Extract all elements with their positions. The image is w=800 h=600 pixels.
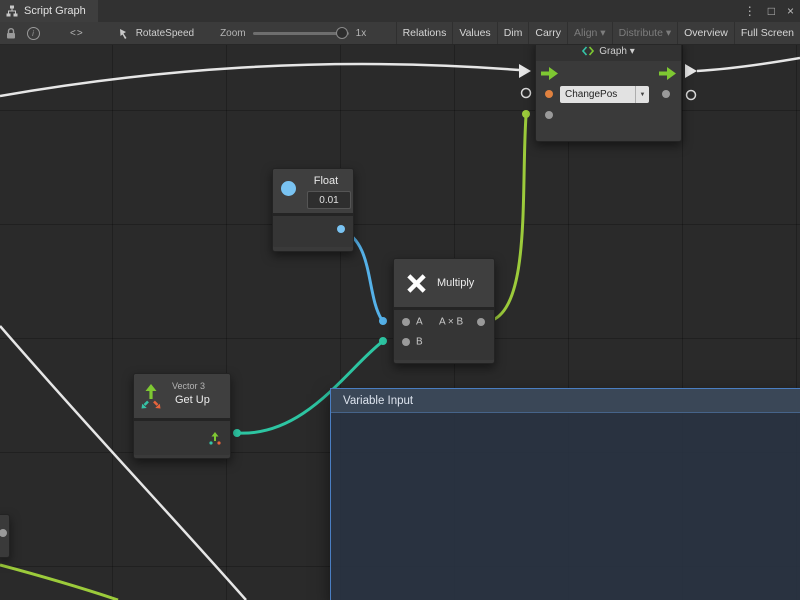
toolbar-button-align[interactable]: Align ▾ (567, 22, 612, 44)
variable-port[interactable] (545, 90, 553, 98)
wire-start-dot (233, 429, 241, 437)
float-node-ports (273, 216, 353, 247)
vector-node-ports (134, 421, 230, 455)
vector-node-title: Get Up (175, 394, 210, 406)
float-output-port[interactable] (337, 225, 345, 233)
unconnected-port-ring[interactable] (522, 89, 531, 98)
script-graph-window: Graph ▾ ChangePos Float 0.01 (0, 0, 800, 600)
maximize-icon[interactable]: □ (768, 0, 775, 22)
variable-input-header[interactable]: Variable Input (331, 389, 800, 413)
zoom-label: Zoom (220, 28, 246, 39)
tab-script-graph[interactable]: Script Graph (0, 0, 98, 22)
toolbar-button-relations[interactable]: Relations (396, 22, 453, 44)
toolbar-button-values[interactable]: Values (452, 22, 496, 44)
node-vector3-get-up[interactable]: Vector 3 Get Up (133, 373, 231, 459)
node-event-graph[interactable]: Graph ▾ ChangePos (535, 40, 682, 142)
flow-in-arrowhead-icon (519, 64, 531, 78)
variable-dropdown[interactable]: ChangePos (560, 86, 649, 103)
window-menu-icon[interactable]: ⋮ (744, 0, 756, 22)
graph-toolbar: <> RotateSpeed Zoom 1x Relations Values … (0, 22, 800, 45)
multiply-input-b-label: B (416, 337, 423, 348)
wire-green-bottom[interactable] (0, 565, 118, 600)
multiply-node-title: Multiply (437, 277, 474, 289)
variable-dropdown-value: ChangePos (560, 89, 635, 100)
lock-icon[interactable] (0, 22, 22, 44)
dropdown-arrow-icon (635, 86, 649, 103)
zoom-slider-handle[interactable] (336, 27, 348, 39)
multiply-node-header: Multiply (394, 259, 494, 307)
tab-title: Script Graph (24, 5, 86, 17)
multiply-output-port[interactable] (477, 318, 485, 326)
zoom-value: 1x (356, 28, 367, 39)
toolbar-button-overview[interactable]: Overview (677, 22, 734, 44)
wire-end-dot (522, 110, 530, 118)
unconnected-port-ring[interactable] (687, 91, 696, 100)
visual-script-icon (582, 46, 594, 56)
wire-multiply-to-event[interactable] (490, 116, 526, 321)
zoom-control: Zoom 1x (220, 28, 366, 39)
window-titlebar: Script Graph ⋮ □ × (0, 0, 800, 23)
graph-breadcrumb[interactable]: RotateSpeed (118, 27, 194, 40)
event-node-title: Graph ▾ (599, 46, 635, 57)
toolbar-buttons: Relations Values Dim Carry Align ▾ Distr… (396, 22, 800, 44)
wire-end-dot (379, 317, 387, 325)
multiply-icon (404, 271, 429, 296)
variable-input-title: Variable Input (343, 395, 413, 407)
node-multiply[interactable]: Multiply A A × B B (393, 258, 495, 364)
multiply-input-a-label: A (416, 317, 423, 328)
port[interactable] (0, 529, 7, 537)
variable-input-body[interactable] (331, 413, 800, 600)
multiply-node-ports: A A × B B (394, 310, 494, 360)
flow-output-port-icon[interactable] (659, 67, 676, 80)
vector-type-label: Vector 3 (172, 381, 205, 391)
variable-input-panel[interactable]: Variable Input (330, 388, 800, 600)
float-type-icon (281, 181, 296, 196)
multiply-output-label: A × B (439, 317, 463, 328)
graph-name-label: RotateSpeed (136, 28, 194, 39)
float-node-title: Float (303, 175, 349, 187)
wire-white-diagonal[interactable] (0, 326, 246, 600)
wire-flow-out[interactable] (697, 58, 800, 71)
multiply-input-a-port[interactable] (402, 318, 410, 326)
flow-input-port-icon[interactable] (541, 67, 558, 80)
toolbar-button-dim[interactable]: Dim (497, 22, 529, 44)
graph-pointer-icon (118, 27, 131, 40)
zoom-slider[interactable] (253, 32, 349, 35)
vector3-icon (140, 383, 162, 409)
window-controls: ⋮ □ × (744, 0, 800, 22)
close-icon[interactable]: × (787, 0, 794, 22)
node-float[interactable]: Float 0.01 (272, 168, 354, 252)
script-graph-icon (6, 5, 18, 17)
toolbar-button-full-screen[interactable]: Full Screen (734, 22, 800, 44)
wire-end-dot (379, 337, 387, 345)
vector-node-header: Vector 3 Get Up (134, 374, 230, 418)
vector3-output-port-icon[interactable] (208, 431, 222, 445)
wire-flow-in[interactable] (0, 64, 519, 96)
code-preview-toggle[interactable]: <> (62, 28, 92, 39)
toolbar-button-distribute[interactable]: Distribute ▾ (612, 22, 678, 44)
multiply-input-b-port[interactable] (402, 338, 410, 346)
flow-out-arrowhead-icon (685, 64, 697, 78)
float-value-field[interactable]: 0.01 (307, 191, 351, 209)
value-input-port[interactable] (545, 111, 553, 119)
info-icon[interactable] (22, 22, 44, 44)
node-offscreen-partial[interactable] (0, 514, 10, 558)
toolbar-button-carry[interactable]: Carry (528, 22, 567, 44)
value-output-port[interactable] (662, 90, 670, 98)
float-node-header: Float 0.01 (273, 169, 353, 213)
